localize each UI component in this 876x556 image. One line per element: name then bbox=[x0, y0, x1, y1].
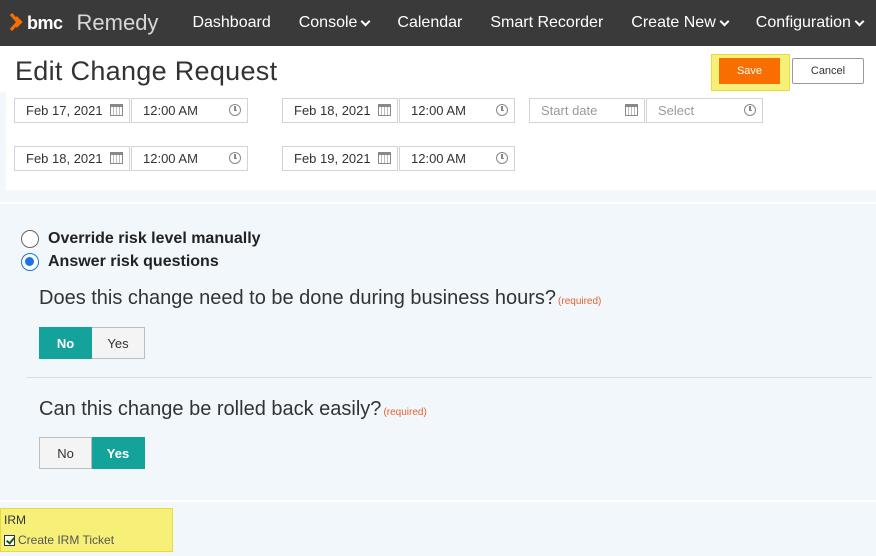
time-value: 12:00 AM bbox=[143, 151, 198, 166]
nav-create-new-label: Create New bbox=[631, 14, 716, 31]
rollback-toggle: No Yes bbox=[39, 437, 145, 469]
brand[interactable]: bmc Remedy bbox=[0, 0, 158, 46]
clock-icon[interactable] bbox=[496, 152, 508, 164]
rollback-yes-button[interactable]: Yes bbox=[92, 437, 145, 469]
question-text: Does this change need to be done during … bbox=[39, 287, 557, 309]
scheduled-end-date-field[interactable]: Feb 18, 2021 bbox=[282, 98, 398, 123]
answer-risk-label: Answer risk questions bbox=[48, 253, 219, 270]
question-rollback: Can this change be rolled back easily? (r… bbox=[39, 398, 427, 421]
target-start-time-field[interactable]: 12:00 AM bbox=[131, 146, 248, 171]
time-value: 12:00 AM bbox=[411, 103, 466, 118]
nav-console-label: Console bbox=[298, 14, 358, 31]
business-hours-toggle: No Yes bbox=[39, 327, 145, 359]
chevron-down-icon bbox=[854, 16, 865, 26]
nav-smart-recorder[interactable]: Smart Recorder bbox=[476, 0, 617, 46]
date-value: Feb 18, 2021 bbox=[294, 103, 371, 118]
nav-smart-recorder-label: Smart Recorder bbox=[490, 14, 604, 31]
time-placeholder: Select bbox=[658, 103, 695, 118]
calendar-icon[interactable] bbox=[110, 152, 123, 164]
create-irm-ticket-option[interactable]: Create IRM Ticket bbox=[4, 533, 114, 547]
clock-icon[interactable] bbox=[229, 104, 241, 116]
date-value: Feb 19, 2021 bbox=[294, 151, 371, 166]
nav-configuration-label: Configuration bbox=[755, 14, 851, 31]
nav-configuration[interactable]: Configuration bbox=[742, 0, 876, 46]
bmc-logo-icon bbox=[8, 13, 24, 33]
logo-text: bmc bbox=[27, 12, 63, 33]
chevron-down-icon bbox=[719, 16, 730, 26]
question-text: Can this change be rolled back easily? bbox=[39, 398, 382, 420]
clock-icon[interactable] bbox=[229, 152, 241, 164]
business-hours-yes-button[interactable]: Yes bbox=[92, 327, 145, 359]
required-label: (required) bbox=[558, 296, 602, 307]
answer-risk-option[interactable]: Answer risk questions bbox=[21, 253, 219, 271]
required-label: (required) bbox=[383, 407, 427, 418]
question-business-hours: Does this change need to be done during … bbox=[39, 287, 601, 310]
nav-calendar[interactable]: Calendar bbox=[383, 0, 476, 46]
top-nav: bmc Remedy Dashboard Console Calendar Sm… bbox=[0, 0, 876, 46]
page-title: Edit Change Request bbox=[15, 56, 278, 86]
save-button[interactable]: Save bbox=[719, 58, 780, 84]
nav-create-new[interactable]: Create New bbox=[617, 0, 741, 46]
date-value: Feb 18, 2021 bbox=[26, 151, 103, 166]
nav-dashboard-label: Dashboard bbox=[192, 14, 271, 31]
scheduled-end-time-field[interactable]: 12:00 AM bbox=[399, 98, 515, 123]
target-end-time-field[interactable]: 12:00 AM bbox=[399, 146, 515, 171]
time-value: 12:00 AM bbox=[411, 151, 466, 166]
calendar-icon[interactable] bbox=[378, 104, 391, 116]
rollback-no-button[interactable]: No bbox=[39, 437, 92, 469]
date-placeholder: Start date bbox=[541, 103, 598, 118]
actual-start-time-field[interactable]: Select bbox=[646, 98, 763, 123]
clock-icon[interactable] bbox=[744, 104, 756, 116]
radio-unchecked[interactable] bbox=[21, 230, 39, 248]
nav-dashboard[interactable]: Dashboard bbox=[178, 0, 284, 46]
scheduled-start-date-field[interactable]: Feb 17, 2021 bbox=[14, 98, 130, 123]
business-hours-no-button[interactable]: No bbox=[39, 327, 92, 359]
date-value: Feb 17, 2021 bbox=[26, 103, 103, 118]
create-irm-ticket-label: Create IRM Ticket bbox=[18, 533, 115, 547]
clock-icon[interactable] bbox=[496, 104, 508, 116]
actual-start-date-field[interactable]: Start date bbox=[529, 98, 645, 123]
calendar-icon[interactable] bbox=[625, 104, 638, 116]
target-start-date-field[interactable]: Feb 18, 2021 bbox=[14, 146, 130, 171]
product-name: Remedy bbox=[76, 10, 159, 35]
scheduled-start-time-field[interactable]: 12:00 AM bbox=[131, 98, 248, 123]
nav-calendar-label: Calendar bbox=[397, 14, 463, 31]
time-value: 12:00 AM bbox=[143, 103, 198, 118]
radio-checked[interactable] bbox=[21, 253, 39, 271]
irm-section-label: IRM bbox=[4, 513, 26, 527]
nav-console[interactable]: Console bbox=[285, 0, 384, 46]
cancel-button[interactable]: Cancel bbox=[792, 58, 864, 84]
checkbox-checked[interactable] bbox=[4, 534, 15, 546]
calendar-icon[interactable] bbox=[378, 152, 391, 164]
calendar-icon[interactable] bbox=[110, 104, 123, 116]
override-risk-label: Override risk level manually bbox=[48, 230, 261, 247]
target-end-date-field[interactable]: Feb 19, 2021 bbox=[282, 146, 398, 171]
chevron-down-icon bbox=[360, 16, 371, 26]
override-risk-option[interactable]: Override risk level manually bbox=[21, 230, 261, 248]
nav-menu: Dashboard Console Calendar Smart Recorde… bbox=[178, 0, 876, 46]
question-divider bbox=[26, 377, 872, 378]
